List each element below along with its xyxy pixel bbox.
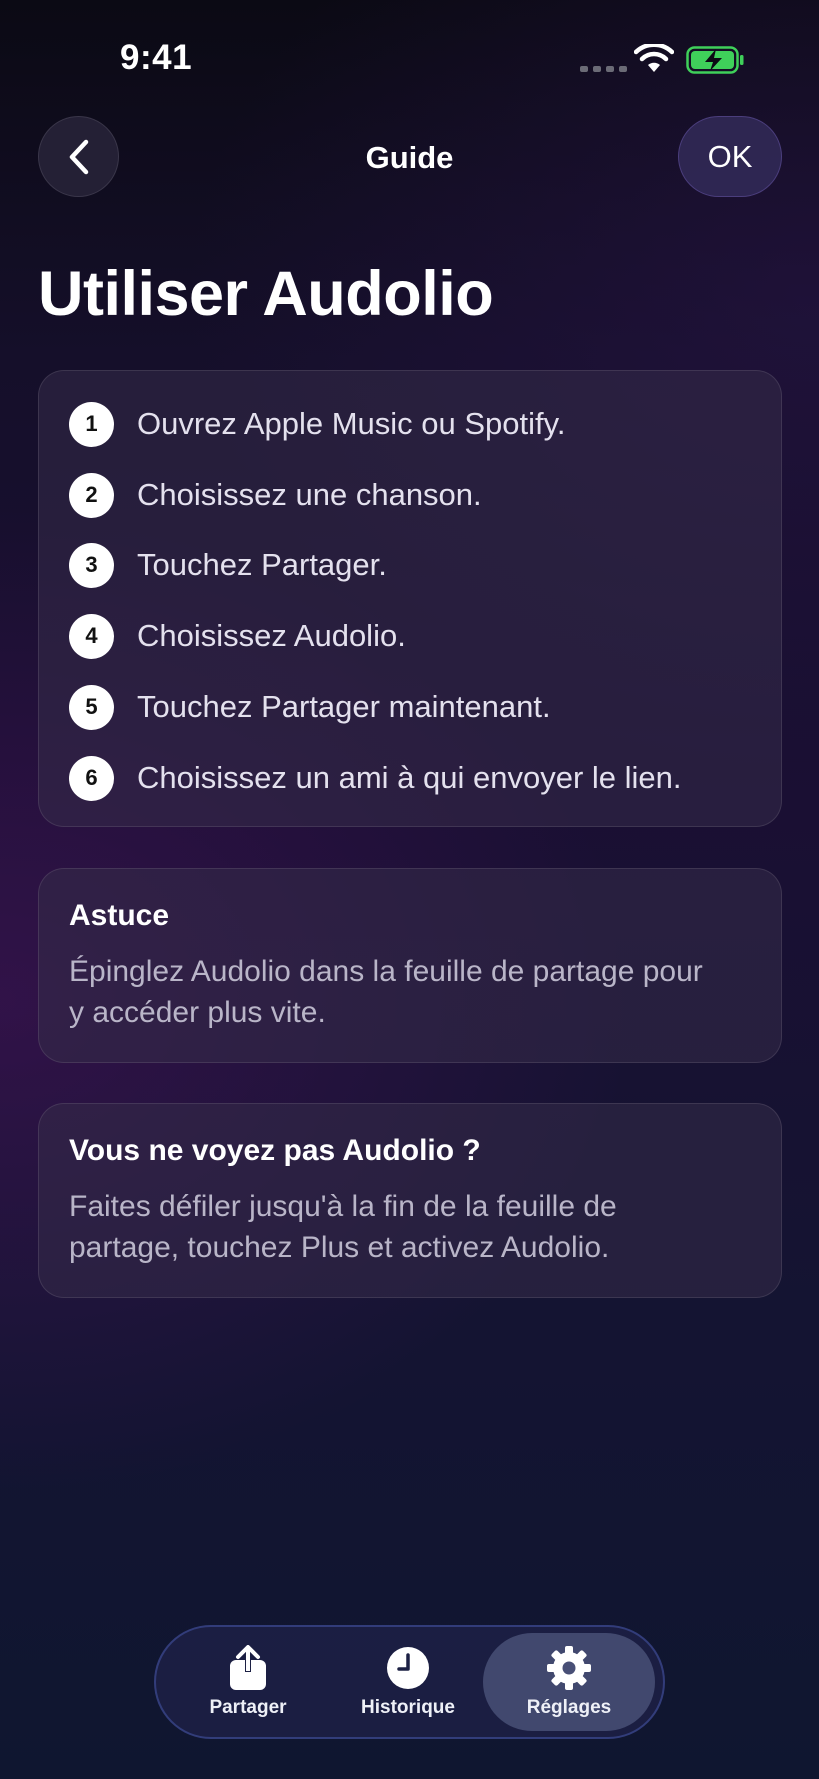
step-item: 2 Choisissez une chanson. [69,472,482,518]
steps-card: 1 Ouvrez Apple Music ou Spotify. 2 Chois… [38,370,782,827]
tip-title: Astuce [69,899,170,932]
step-text: Ouvrez Apple Music ou Spotify. [137,406,566,441]
tab-label: Réglages [526,1697,612,1718]
tip-body-line: y accéder plus vite. [69,996,326,1029]
step-number-badge: 1 [69,401,114,447]
step-item: 6 Choisissez un ami à qui envoyer le lie… [69,755,682,801]
step-number-badge: 6 [69,755,114,801]
tab-label: Historique [361,1697,455,1718]
step-text: Choisissez Audolio. [137,618,406,653]
tab-label: Partager [209,1697,287,1718]
step-number-badge: 3 [69,542,114,588]
step-item: 4 Choisissez Audolio. [69,613,406,659]
step-text: Choisissez un ami à qui envoyer le lien. [137,760,682,795]
tab-settings[interactable]: Réglages [483,1633,655,1731]
wifi-icon [634,44,674,72]
status-time: 9:41 [120,38,193,77]
gear-icon [547,1646,591,1690]
step-number-badge: 5 [69,684,114,730]
help-card: Vous ne voyez pas Audolio ? Faites défil… [38,1103,782,1298]
clock-icon [387,1647,429,1689]
step-item: 5 Touchez Partager maintenant. [69,684,551,730]
step-number-badge: 2 [69,472,114,518]
share-icon [230,1645,266,1690]
help-body: Faites défiler jusqu'à la fin de la feui… [69,1186,751,1268]
tab-share[interactable]: Partager [162,1633,334,1731]
tab-bar: Partager Historique Réglages [154,1625,665,1739]
ok-button[interactable]: OK [678,116,782,197]
step-text: Touchez Partager. [137,547,387,582]
tip-body: Épinglez Audolio dans la feuille de part… [69,951,751,1033]
step-number-badge: 4 [69,613,114,659]
step-item: 1 Ouvrez Apple Music ou Spotify. [69,401,565,447]
help-title: Vous ne voyez pas Audolio ? [69,1134,481,1167]
tip-card: Astuce Épinglez Audolio dans la feuille … [38,868,782,1063]
step-item: 3 Touchez Partager. [69,542,387,588]
help-body-line: partage, touchez Plus et activez Audolio… [69,1231,610,1264]
status-bar: 9:41 [0,0,819,110]
step-text: Touchez Partager maintenant. [137,689,551,724]
tab-history[interactable]: Historique [322,1633,494,1731]
step-text: Choisissez une chanson. [137,477,482,512]
page-title: Utiliser Audolio [38,259,494,329]
battery-charging-icon [686,46,744,74]
cellular-signal-icon [580,66,627,72]
help-body-line: Faites défiler jusqu'à la fin de la feui… [69,1190,617,1223]
tip-body-line: Épinglez Audolio dans la feuille de part… [69,955,703,988]
